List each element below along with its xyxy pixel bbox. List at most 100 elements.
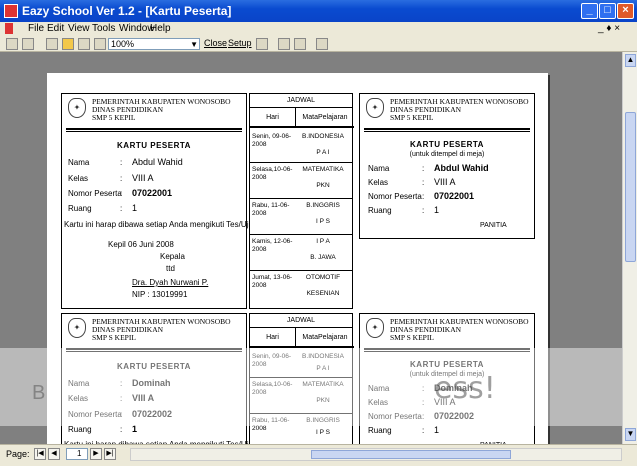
label-room: Ruang: [68, 425, 92, 434]
horizontal-scroll-thumb[interactable]: [311, 450, 511, 459]
pages-label: Page:: [6, 449, 30, 459]
minimize-button[interactable]: _: [581, 3, 598, 19]
horizontal-scrollbar[interactable]: [130, 448, 622, 461]
head-name: Dra. Dyah Nurwani P.: [132, 278, 209, 287]
report-icon: [5, 23, 13, 34]
zoom-select[interactable]: 100% ▼: [108, 38, 200, 50]
colon: :: [422, 178, 425, 187]
student-room: 1: [132, 203, 138, 213]
student-room: 1: [434, 425, 440, 435]
schedule-subject: PKN: [316, 182, 330, 189]
desk-card: ✦ PEMERINTAH KABUPATEN WONOSOBO DINAS PE…: [359, 93, 535, 239]
app-icon: [4, 4, 18, 18]
schedule-subject: MATEMATIKA: [302, 166, 344, 173]
close-button[interactable]: ×: [617, 3, 634, 19]
menu-tools[interactable]: Tools: [92, 23, 115, 34]
label-class: Kelas: [368, 178, 389, 187]
school-line3: SMP 5 KEPIL: [390, 113, 434, 122]
card-title: KARTU PESERTA: [117, 141, 191, 150]
vertical-scrollbar[interactable]: ▲ ▼: [622, 52, 637, 444]
schedule-title: JADWAL: [250, 314, 352, 328]
schedule-subject: B. JAWA: [310, 254, 336, 261]
student-class: VIII A: [132, 173, 154, 183]
office-links-icon[interactable]: [256, 38, 268, 50]
col-subject: MataPelajaran: [296, 108, 354, 128]
schedule-subject: OTOMOTIF: [305, 274, 341, 281]
multiple-pages-icon[interactable]: [94, 38, 106, 50]
label-name: Nama: [68, 158, 90, 167]
letterhead: ✦ PEMERINTAH KABUPATEN WONOSOBO DINAS PE…: [68, 318, 244, 344]
setup-button[interactable]: Setup: [228, 38, 252, 48]
colon: :: [120, 204, 123, 213]
menu-help[interactable]: Help: [150, 23, 171, 34]
letterhead-rule: [364, 128, 530, 132]
colon: :: [120, 425, 123, 434]
watermark-band: B ess!: [0, 348, 622, 426]
schedule-day: Selasa,10-06-2008: [252, 166, 293, 181]
label-number: Nomor Peserta: [68, 189, 122, 198]
database-window-icon[interactable]: [278, 38, 290, 50]
colon: :: [120, 158, 123, 167]
label-room: Ruang: [68, 204, 92, 213]
signer-role: Kepala: [160, 252, 185, 261]
schedule-subject: P A I: [316, 149, 330, 156]
student-number: 07022001: [434, 191, 475, 201]
previous-page-icon[interactable]: ◀: [48, 448, 60, 460]
student-room: 1: [434, 205, 440, 215]
print-icon[interactable]: [22, 38, 34, 50]
student-class: VIII A: [434, 177, 456, 187]
close-preview-button[interactable]: Close: [204, 38, 227, 48]
schedule-subject: KESENIAN: [306, 290, 340, 297]
label-name: Nama: [368, 164, 390, 173]
next-page-icon[interactable]: ▶: [90, 448, 102, 460]
scroll-down-icon[interactable]: ▼: [625, 428, 636, 441]
schedule-day: Kamis, 12-06-2008: [252, 238, 293, 253]
watermark-fragment: B: [32, 382, 46, 404]
menu-edit[interactable]: Edit: [47, 23, 64, 34]
participant-card: ✦ PEMERINTAH KABUPATEN WONOSOBO DINAS PE…: [61, 93, 259, 309]
col-subject: MataPelajaran: [296, 328, 354, 348]
schedule-day: Senin, 09-06-2008: [252, 133, 292, 148]
panitia-label: PANITIA: [480, 222, 507, 229]
signature: ttd: [166, 264, 175, 273]
school-line3: SMP S KEPIL: [92, 333, 136, 342]
maximize-button[interactable]: □: [599, 3, 616, 19]
window-title: Eazy School Ver 1.2 - [Kartu Peserta]: [22, 4, 232, 18]
zoom-value: 100%: [111, 39, 135, 49]
regency-logo-icon: ✦: [68, 318, 86, 338]
menu-view[interactable]: View: [68, 23, 90, 34]
label-class: Kelas: [68, 174, 89, 183]
schedule-subject: B.INDONESIA: [302, 133, 344, 140]
vertical-scroll-thumb[interactable]: [625, 112, 636, 262]
letterhead: ✦ PEMERINTAH KABUPATEN WONOSOBO DINAS PE…: [366, 318, 542, 344]
letterhead: ✦ PEMERINTAH KABUPATEN WONOSOBO DINAS PE…: [366, 98, 542, 124]
colon: :: [120, 189, 123, 198]
schedule-table: JADWAL Hari MataPelajaran Senin, 09-06-2…: [249, 93, 354, 309]
two-pages-icon[interactable]: [78, 38, 90, 50]
regency-logo-icon: ✦: [366, 98, 384, 118]
menu-file[interactable]: File: [28, 23, 44, 34]
schedule-subject: I P A: [316, 238, 330, 245]
colon: :: [422, 426, 425, 435]
toolbar: 100% ▼ Close Setup: [0, 37, 637, 52]
last-page-icon[interactable]: ▶|: [104, 448, 116, 460]
one-page-icon[interactable]: [62, 38, 74, 50]
schedule-subject: I P S: [316, 218, 330, 225]
student-name: Abdul Wahid: [132, 157, 183, 167]
label-room: Ruang: [368, 206, 392, 215]
page-number-input[interactable]: 1: [66, 448, 88, 460]
schedule-subject: B.INGGRIS: [306, 202, 340, 209]
print-preview-area[interactable]: ✦ PEMERINTAH KABUPATEN WONOSOBO DINAS PE…: [0, 52, 622, 444]
mdi-controls[interactable]: _ ♦ ×: [598, 23, 620, 34]
label-number: Nomor Peserta: [368, 192, 422, 201]
zoom-icon[interactable]: [46, 38, 58, 50]
page-navigation-bar: Page: |◀ ◀ 1 ▶ ▶|: [0, 444, 637, 466]
schedule-row: Kamis, 12-06-2008 I P A B. JAWA: [250, 235, 352, 271]
scroll-up-icon[interactable]: ▲: [625, 54, 636, 67]
schedule-row: Selasa,10-06-2008 MATEMATIKA PKN: [250, 163, 352, 199]
first-page-icon[interactable]: |◀: [34, 448, 46, 460]
help-icon[interactable]: [316, 38, 328, 50]
new-object-icon[interactable]: [294, 38, 306, 50]
design-view-icon[interactable]: [6, 38, 18, 50]
title-bar: Eazy School Ver 1.2 - [Kartu Peserta] _ …: [0, 0, 637, 22]
